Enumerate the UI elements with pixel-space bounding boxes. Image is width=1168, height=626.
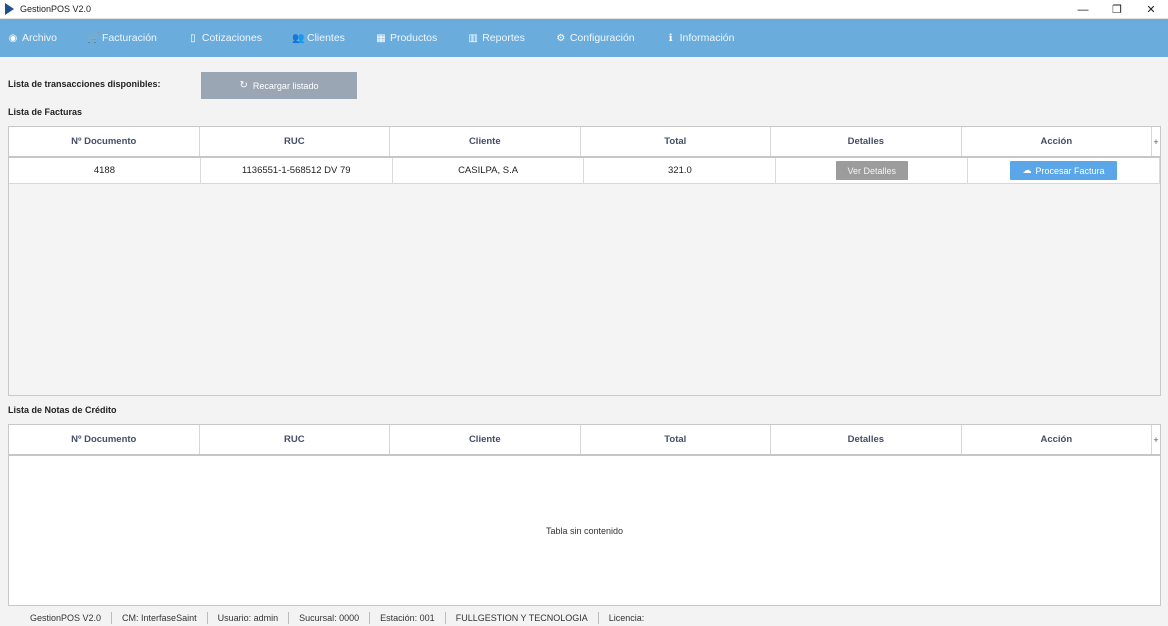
restore-icon[interactable]: ❐	[1100, 0, 1134, 19]
reload-list-label: Recargar listado	[252, 80, 319, 91]
transactions-label: Lista de transacciones disponibles:	[8, 79, 161, 89]
column-header-total[interactable]: Total	[581, 425, 772, 454]
bar-chart-icon: ▥	[468, 32, 478, 44]
info-icon: ℹ	[668, 32, 673, 44]
credit-notes-table: Nº Documento RUC Cliente Total Detalles …	[8, 424, 1161, 606]
column-header-documento[interactable]: Nº Documento	[9, 127, 200, 156]
cell-total: 321.0	[584, 158, 777, 183]
menu-item-label: Facturación	[102, 32, 157, 44]
column-header-accion[interactable]: Acción	[962, 425, 1153, 454]
column-header-ruc[interactable]: RUC	[200, 127, 391, 156]
menu-item-cotizaciones[interactable]: ▯ Cotizaciones	[187, 32, 262, 44]
process-invoice-label: Procesar Factura	[1035, 165, 1105, 176]
cloud-upload-icon: ☁	[1022, 165, 1032, 175]
empty-table-message: Tabla sin contenido	[545, 526, 624, 536]
invoices-table-header: Nº Documento RUC Cliente Total Detalles …	[9, 127, 1161, 158]
column-header-documento[interactable]: Nº Documento	[9, 425, 200, 454]
menu-item-label: Clientes	[307, 32, 345, 44]
window-title: GestionPOS V2.0	[20, 4, 92, 14]
menu-item-facturacion[interactable]: 🛒 Facturación	[87, 32, 157, 44]
app-logo-icon	[4, 3, 16, 15]
cell-detalles: Ver Detalles	[776, 158, 969, 183]
menu-item-configuracion[interactable]: ⚙ Configuración	[555, 32, 635, 44]
minimize-icon[interactable]: —	[1066, 0, 1100, 19]
window-controls: — ❐ ✕	[1066, 0, 1168, 19]
menu-item-clientes[interactable]: 👥 Clientes	[292, 32, 345, 44]
column-header-ruc[interactable]: RUC	[200, 425, 391, 454]
main-menu: ◉ Archivo 🛒 Facturación ▯ Cotizaciones 👥…	[0, 19, 1168, 57]
grid-icon: ▦	[376, 32, 386, 44]
column-header-detalles[interactable]: Detalles	[771, 127, 962, 156]
cell-accion: ☁ Procesar Factura	[968, 158, 1160, 183]
column-header-accion[interactable]: Acción	[962, 127, 1153, 156]
file-icon: ▯	[190, 32, 196, 44]
menu-item-archivo[interactable]: ◉ Archivo	[7, 32, 57, 44]
menu-item-label: Configuración	[569, 32, 635, 44]
credit-notes-table-header: Nº Documento RUC Cliente Total Detalles …	[9, 425, 1161, 456]
close-icon[interactable]: ✕	[1134, 0, 1168, 19]
credit-notes-section-title: Lista de Notas de Crédito	[8, 405, 117, 415]
view-details-button[interactable]: Ver Detalles	[835, 161, 908, 180]
status-cm: CM: InterfaseSaint	[112, 612, 208, 624]
menu-item-label: Cotizaciones	[201, 32, 262, 44]
menu-item-label: Productos	[389, 32, 438, 44]
menu-item-reportes[interactable]: ▥ Reportes	[467, 32, 525, 44]
column-header-detalles[interactable]: Detalles	[771, 425, 962, 454]
column-menu-button[interactable]: +	[1152, 425, 1161, 454]
cell-ruc: 1136551-1-568512 DV 79	[201, 158, 393, 183]
column-menu-button[interactable]: +	[1152, 127, 1161, 156]
table-row[interactable]: 4188 1136551-1-568512 DV 79 CASILPA, S.A…	[9, 158, 1160, 184]
cart-icon: 🛒	[87, 32, 100, 44]
process-invoice-button[interactable]: ☁ Procesar Factura	[1010, 161, 1118, 180]
gear-icon: ⚙	[556, 32, 566, 44]
status-bar: GestionPOS V2.0 CM: InterfaseSaint Usuar…	[0, 610, 1168, 626]
column-header-cliente[interactable]: Cliente	[390, 425, 581, 454]
status-license: Licencia:	[608, 613, 645, 623]
cell-documento: 4188	[9, 158, 201, 183]
dashboard-icon: ◉	[8, 32, 18, 44]
invoices-section-title: Lista de Facturas	[8, 107, 83, 117]
status-app-version: GestionPOS V2.0	[30, 612, 113, 624]
menu-item-productos[interactable]: ▦ Productos	[375, 32, 437, 44]
menu-item-informacion[interactable]: ℹ Información	[665, 32, 735, 44]
cell-cliente: CASILPA, S.A	[393, 158, 585, 183]
users-icon: 👥	[292, 32, 305, 44]
status-station: Estación: 001	[370, 612, 446, 624]
column-header-cliente[interactable]: Cliente	[390, 127, 581, 156]
refresh-icon: ↻	[239, 80, 248, 91]
status-company: FULLGESTION Y TECNOLOGIA	[446, 612, 599, 624]
title-bar: GestionPOS V2.0 — ❐ ✕	[0, 0, 1168, 19]
invoices-table: Nº Documento RUC Cliente Total Detalles …	[8, 126, 1161, 396]
status-user: Usuario: admin	[208, 612, 290, 624]
status-branch: Sucursal: 0000	[289, 612, 371, 624]
reload-list-button[interactable]: ↻ Recargar listado	[201, 72, 357, 99]
menu-item-label: Archivo	[22, 32, 58, 44]
menu-item-label: Reportes	[482, 32, 525, 44]
menu-item-label: Información	[679, 32, 735, 44]
column-header-total[interactable]: Total	[581, 127, 772, 156]
